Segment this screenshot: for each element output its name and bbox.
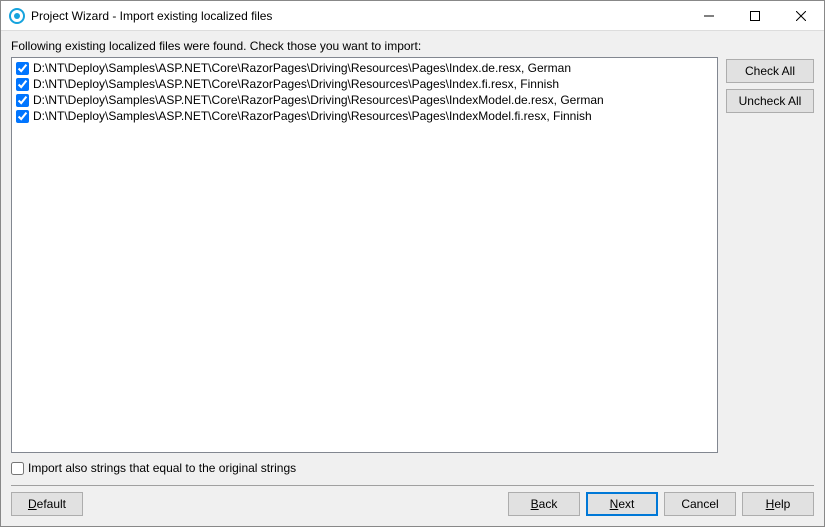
- app-icon: [9, 8, 25, 24]
- file-checkbox[interactable]: [16, 62, 29, 75]
- file-path-label: D:\NT\Deploy\Samples\ASP.NET\Core\RazorP…: [33, 92, 604, 108]
- check-all-button[interactable]: Check All: [726, 59, 814, 83]
- file-row[interactable]: D:\NT\Deploy\Samples\ASP.NET\Core\RazorP…: [16, 76, 713, 92]
- side-buttons: Check All Uncheck All: [726, 57, 814, 453]
- import-equal-checkbox[interactable]: [11, 462, 24, 475]
- minimize-button[interactable]: [686, 1, 732, 31]
- cancel-button[interactable]: Cancel: [664, 492, 736, 516]
- content-area: Following existing localized files were …: [1, 31, 824, 526]
- file-path-label: D:\NT\Deploy\Samples\ASP.NET\Core\RazorP…: [33, 76, 559, 92]
- next-button[interactable]: Next: [586, 492, 658, 516]
- file-path-label: D:\NT\Deploy\Samples\ASP.NET\Core\RazorP…: [33, 108, 592, 124]
- window-title: Project Wizard - Import existing localiz…: [31, 9, 686, 23]
- footer: Default Back Next Cancel Help: [11, 492, 814, 520]
- import-equal-label[interactable]: Import also strings that equal to the or…: [28, 461, 296, 475]
- separator: [11, 485, 814, 486]
- option-row: Import also strings that equal to the or…: [11, 461, 814, 475]
- file-path-label: D:\NT\Deploy\Samples\ASP.NET\Core\RazorP…: [33, 60, 571, 76]
- window-controls: [686, 1, 824, 31]
- file-checkbox[interactable]: [16, 94, 29, 107]
- default-button[interactable]: Default: [11, 492, 83, 516]
- file-row[interactable]: D:\NT\Deploy\Samples\ASP.NET\Core\RazorP…: [16, 60, 713, 76]
- help-button[interactable]: Help: [742, 492, 814, 516]
- back-button[interactable]: Back: [508, 492, 580, 516]
- titlebar: Project Wizard - Import existing localiz…: [1, 1, 824, 31]
- instruction-text: Following existing localized files were …: [11, 39, 814, 53]
- file-checkbox[interactable]: [16, 110, 29, 123]
- maximize-button[interactable]: [732, 1, 778, 31]
- close-button[interactable]: [778, 1, 824, 31]
- uncheck-all-button[interactable]: Uncheck All: [726, 89, 814, 113]
- file-row[interactable]: D:\NT\Deploy\Samples\ASP.NET\Core\RazorP…: [16, 108, 713, 124]
- main-row: D:\NT\Deploy\Samples\ASP.NET\Core\RazorP…: [11, 57, 814, 453]
- file-list[interactable]: D:\NT\Deploy\Samples\ASP.NET\Core\RazorP…: [11, 57, 718, 453]
- file-checkbox[interactable]: [16, 78, 29, 91]
- file-row[interactable]: D:\NT\Deploy\Samples\ASP.NET\Core\RazorP…: [16, 92, 713, 108]
